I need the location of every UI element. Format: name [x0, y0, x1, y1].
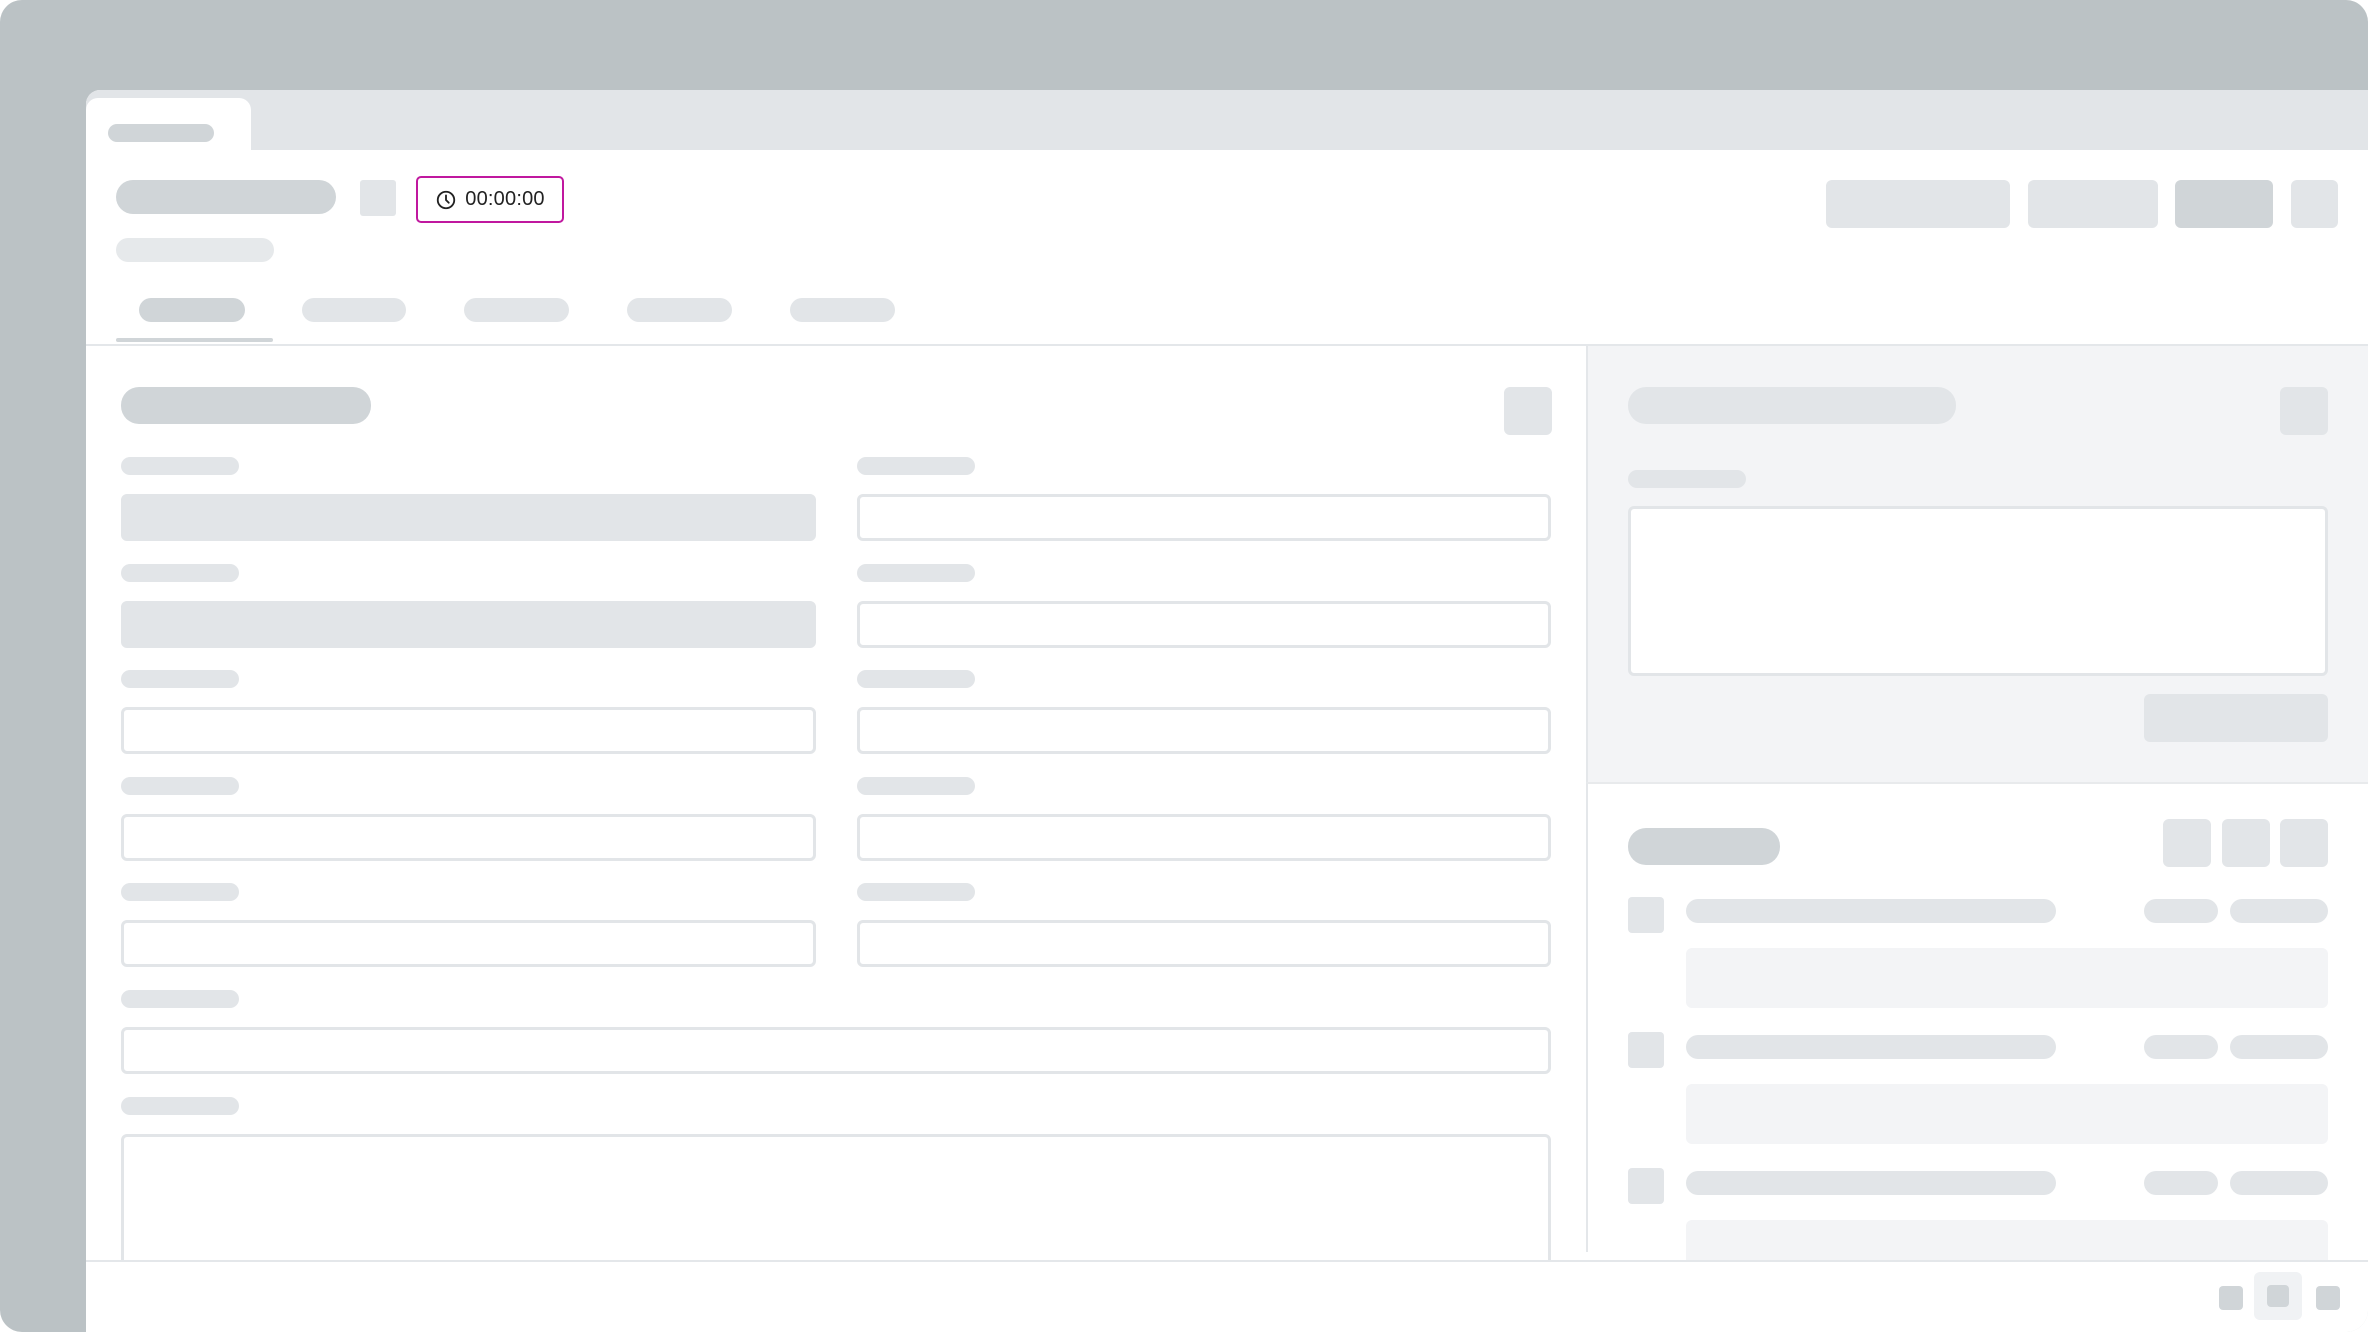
- activity-item-meta-placeholder: [2144, 1171, 2218, 1195]
- tab-3[interactable]: [464, 298, 569, 322]
- activity-action-button-1[interactable]: [2163, 819, 2211, 867]
- tab-4[interactable]: [627, 298, 732, 322]
- active-tab-indicator: [116, 338, 273, 342]
- activity-action-button-2[interactable]: [2222, 819, 2270, 867]
- activity-item-icon: [1628, 1032, 1664, 1068]
- field-label-placeholder: [857, 670, 975, 688]
- section-title-placeholder: [121, 387, 371, 424]
- notes-title-placeholder: [1628, 387, 1956, 424]
- footer-bar: [86, 1260, 2368, 1332]
- notes-panel-action-button[interactable]: [2280, 387, 2328, 435]
- activity-item-body: [1686, 1084, 2328, 1144]
- field-label-placeholder: [121, 1097, 239, 1115]
- app-window: 00:00:00: [86, 90, 2368, 1332]
- full-width-field[interactable]: [121, 1027, 1551, 1074]
- activity-item-body: [1686, 948, 2328, 1008]
- activity-item-meta-placeholder: [2230, 1171, 2328, 1195]
- activity-item-title-placeholder: [1686, 899, 2056, 923]
- text-field[interactable]: [857, 814, 1551, 861]
- activity-item-meta-placeholder: [2144, 899, 2218, 923]
- field-label-placeholder: [121, 883, 239, 901]
- activity-title-placeholder: [1628, 828, 1780, 865]
- activity-action-button-3[interactable]: [2280, 819, 2328, 867]
- notes-textarea[interactable]: [1628, 506, 2328, 676]
- field-label-placeholder: [121, 777, 239, 795]
- clock-icon: [437, 190, 456, 209]
- text-field[interactable]: [121, 920, 816, 967]
- text-field[interactable]: [857, 707, 1551, 754]
- notes-panel: [1586, 346, 2368, 782]
- field-label-placeholder: [121, 564, 239, 582]
- notes-label-placeholder: [1628, 470, 1746, 488]
- readonly-field-1: [121, 494, 816, 541]
- text-field[interactable]: [857, 601, 1551, 648]
- page-subtitle-placeholder: [116, 238, 274, 262]
- field-label-placeholder: [857, 883, 975, 901]
- browser-tab-strip: [86, 90, 2368, 150]
- header-primary-button[interactable]: [2175, 180, 2273, 228]
- section-action-button[interactable]: [1504, 387, 1552, 435]
- activity-item-meta-placeholder: [2144, 1035, 2218, 1059]
- readonly-field-2: [121, 601, 816, 648]
- activity-item-icon: [1628, 1168, 1664, 1204]
- header-action-button-2[interactable]: [2028, 180, 2158, 228]
- tab-1[interactable]: [139, 298, 245, 322]
- timer-badge[interactable]: 00:00:00: [416, 176, 564, 223]
- text-field[interactable]: [121, 707, 816, 754]
- footer-view-button-1[interactable]: [2219, 1286, 2243, 1310]
- field-label-placeholder: [857, 777, 975, 795]
- activity-item-meta-placeholder: [2230, 899, 2328, 923]
- active-tab[interactable]: [86, 98, 251, 150]
- text-field[interactable]: [857, 494, 1551, 541]
- app-frame: 00:00:00: [0, 0, 2368, 1332]
- field-label-placeholder: [121, 990, 239, 1008]
- page-title-placeholder: [116, 180, 336, 214]
- activity-item-title-placeholder: [1686, 1035, 2056, 1059]
- header-action-button-1[interactable]: [1826, 180, 2010, 228]
- footer-view-button-2: [2267, 1285, 2289, 1307]
- field-label-placeholder: [857, 564, 975, 582]
- text-field[interactable]: [857, 920, 1551, 967]
- activity-item-title-placeholder: [1686, 1171, 2056, 1195]
- activity-panel: [1586, 782, 2368, 1280]
- notes-submit-button[interactable]: [2144, 694, 2328, 742]
- field-label-placeholder: [121, 670, 239, 688]
- header-more-button[interactable]: [2291, 180, 2338, 228]
- footer-view-button-3[interactable]: [2316, 1286, 2340, 1310]
- activity-item-meta-placeholder: [2230, 1035, 2328, 1059]
- activity-item-icon: [1628, 897, 1664, 933]
- timer-value: 00:00:00: [465, 188, 545, 210]
- active-tab-label-placeholder: [108, 124, 214, 142]
- field-label-placeholder: [857, 457, 975, 475]
- description-textarea[interactable]: [121, 1134, 1551, 1274]
- status-icon-placeholder[interactable]: [360, 180, 396, 216]
- text-field[interactable]: [121, 814, 816, 861]
- tab-5[interactable]: [790, 298, 895, 322]
- tab-2[interactable]: [302, 298, 406, 322]
- field-label-placeholder: [121, 457, 239, 475]
